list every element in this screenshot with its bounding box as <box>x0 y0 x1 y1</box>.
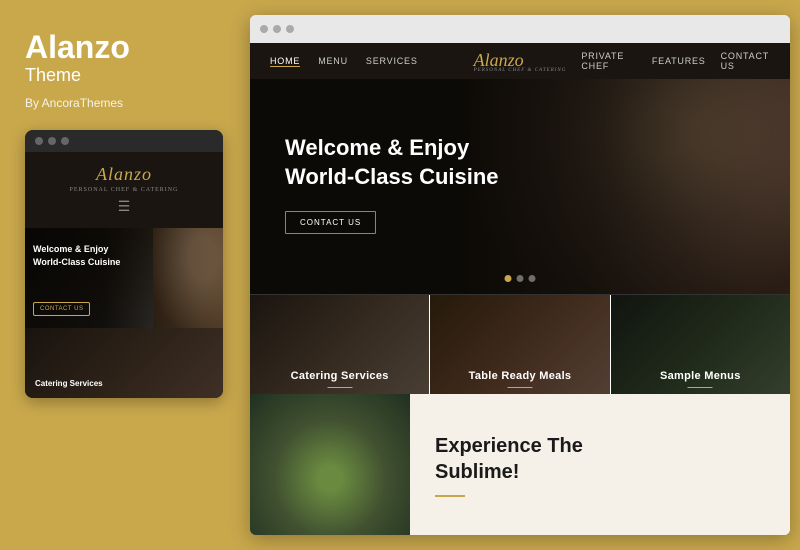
mobile-logo: Alanzo <box>37 164 211 185</box>
window-controls <box>25 130 223 152</box>
mobile-service-label: Catering Services <box>35 379 103 388</box>
service-label-2: Table Ready Meals <box>430 370 609 382</box>
sublime-accent-line <box>435 495 465 497</box>
sublime-title: Experience TheSublime! <box>435 433 583 485</box>
dot-3 <box>61 137 69 145</box>
browser-dot-2 <box>273 25 281 33</box>
theme-subtitle: Theme <box>25 65 223 86</box>
nav-contact[interactable]: CONTACT US <box>721 51 770 71</box>
sublime-section: Experience TheSublime! <box>250 394 790 535</box>
slider-dot-2[interactable] <box>517 275 524 282</box>
mobile-contact-button[interactable]: CONTACT US <box>33 302 90 316</box>
browser-dot-3 <box>286 25 294 33</box>
service-card-catering[interactable]: Catering Services <box>250 295 430 394</box>
site-nav: HOME MENU SERVICES Alanzo PERSONAL CHEF … <box>250 43 790 79</box>
sublime-content: Experience TheSublime! <box>410 394 608 535</box>
browser-dot-1 <box>260 25 268 33</box>
hero-content: Welcome & EnjoyWorld-Class Cuisine CONTA… <box>285 134 499 234</box>
sublime-food-image <box>250 394 410 535</box>
nav-services[interactable]: SERVICES <box>366 56 418 66</box>
mobile-hero-title: Welcome & EnjoyWorld-Class Cuisine <box>33 243 120 268</box>
mobile-service-card: Catering Services <box>25 328 223 398</box>
hamburger-icon[interactable]: ☰ <box>37 199 211 216</box>
service-label-3: Sample Menus <box>611 370 790 382</box>
service-card-sample-menus[interactable]: Sample Menus <box>611 295 790 394</box>
site-logo-tagline: PERSONAL CHEF & CATERING <box>474 68 567 73</box>
site-logo[interactable]: Alanzo PERSONAL CHEF & CATERING <box>474 50 567 73</box>
nav-private-chef[interactable]: PRIVATE CHEF <box>581 51 636 71</box>
theme-name: Alanzo <box>25 30 223 65</box>
nav-features[interactable]: FEATURES <box>652 56 706 66</box>
browser-bar <box>250 15 790 43</box>
by-line: By AncoraThemes <box>25 96 223 110</box>
service-underline-1 <box>327 387 352 388</box>
hero-section: Welcome & EnjoyWorld-Class Cuisine CONTA… <box>250 79 790 294</box>
nav-home[interactable]: HOME <box>270 56 300 67</box>
hero-title: Welcome & EnjoyWorld-Class Cuisine <box>285 134 499 191</box>
mobile-hero: Welcome & EnjoyWorld-Class Cuisine CONTA… <box>25 228 223 328</box>
mobile-preview-card: Alanzo PERSONAL CHEF & CATERING ☰ Welcom… <box>25 130 223 398</box>
site-logo-text: Alanzo <box>474 50 524 70</box>
slider-dot-1[interactable] <box>505 275 512 282</box>
services-row: Catering Services Table Ready Meals Samp… <box>250 294 790 394</box>
sublime-image-inner <box>250 394 410 535</box>
slider-dot-3[interactable] <box>529 275 536 282</box>
browser-mockup: HOME MENU SERVICES Alanzo PERSONAL CHEF … <box>250 15 790 535</box>
service-underline-2 <box>507 387 532 388</box>
nav-menu[interactable]: MENU <box>318 56 348 66</box>
left-panel: Alanzo Theme By AncoraThemes Alanzo PERS… <box>0 0 248 550</box>
hero-contact-button[interactable]: CONTACT US <box>285 211 376 234</box>
dot-2 <box>48 137 56 145</box>
nav-links-left: HOME MENU SERVICES <box>270 56 459 67</box>
mobile-tagline: PERSONAL CHEF & CATERING <box>37 187 211 193</box>
dot-1 <box>35 137 43 145</box>
hero-slider-dots <box>505 275 536 282</box>
mobile-site-header: Alanzo PERSONAL CHEF & CATERING ☰ <box>25 152 223 228</box>
site-logo-container: Alanzo PERSONAL CHEF & CATERING <box>459 50 582 73</box>
service-label-1: Catering Services <box>250 370 429 382</box>
nav-links-right: PRIVATE CHEF FEATURES CONTACT US <box>581 51 770 71</box>
service-underline-3 <box>688 387 713 388</box>
service-card-table-meals[interactable]: Table Ready Meals <box>430 295 610 394</box>
